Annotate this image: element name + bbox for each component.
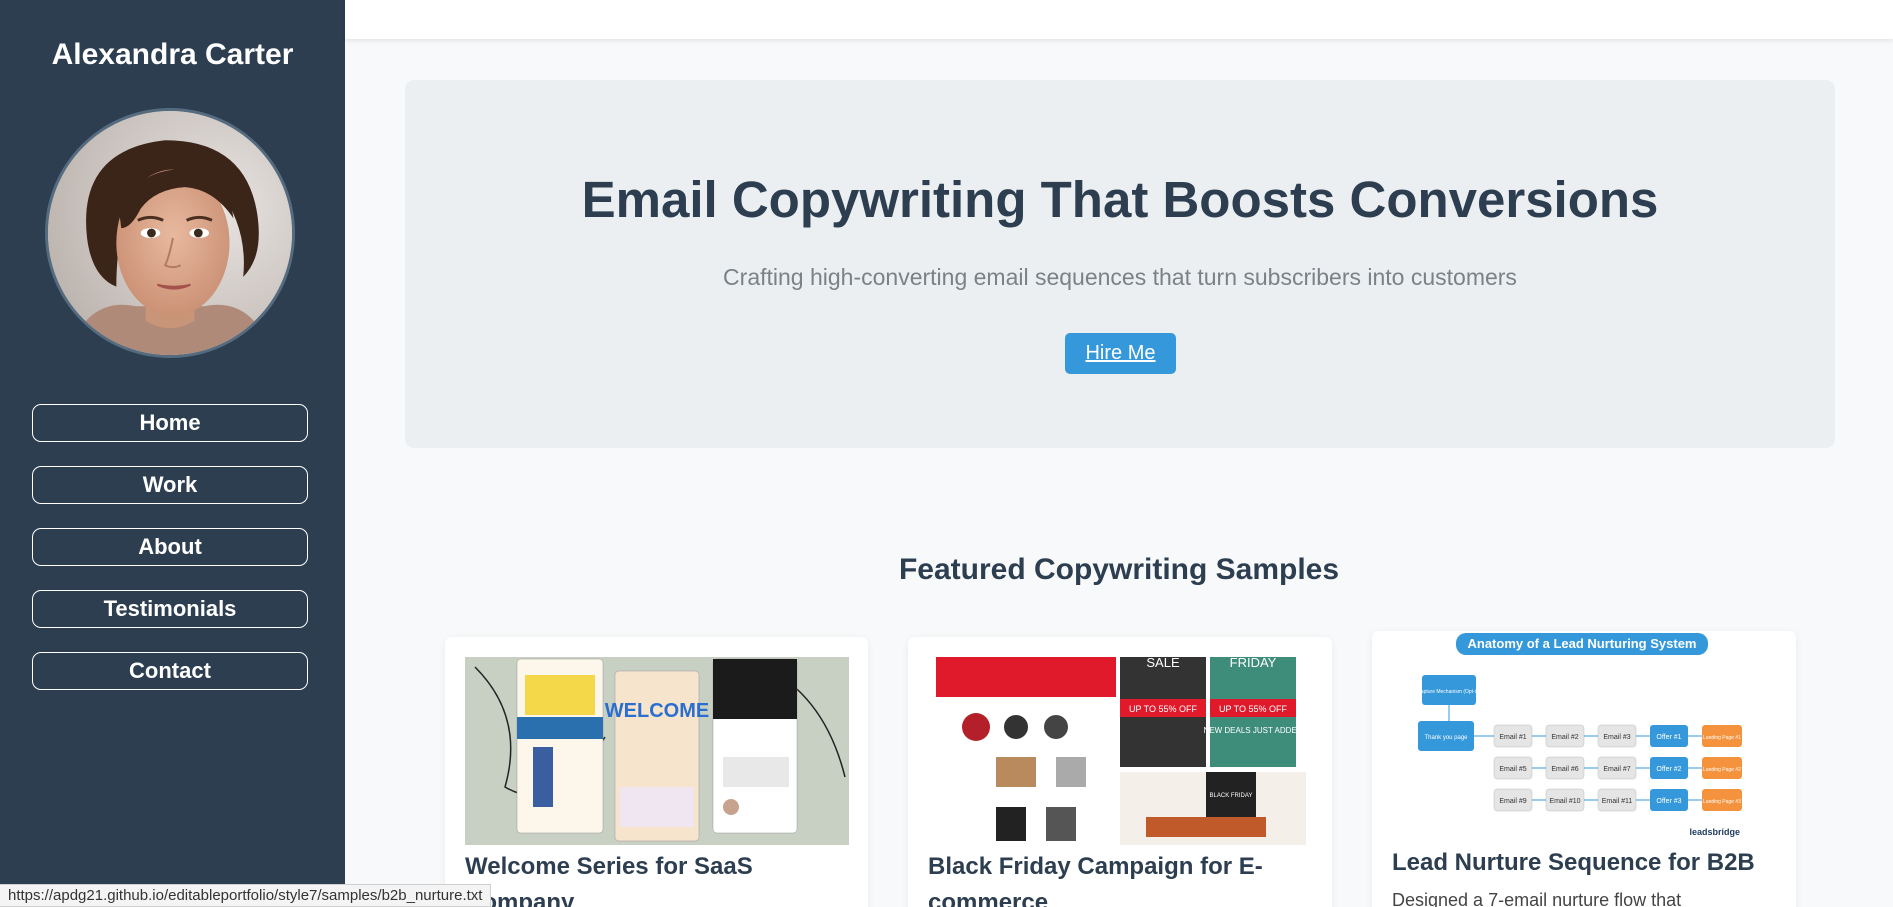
nav-about[interactable]: About xyxy=(32,528,308,566)
nav-testimonials[interactable]: Testimonials xyxy=(32,590,308,628)
offer-2: Offer #2 xyxy=(1656,766,1681,773)
landing-2: Landing Page #2 xyxy=(1703,767,1741,773)
email-11: Email #11 xyxy=(1602,798,1633,805)
top-header xyxy=(345,0,1893,39)
new-deals-text: NEW DEALS JUST ADDED xyxy=(1204,726,1303,735)
offer-3: Offer #3 xyxy=(1656,798,1681,805)
lead-nurture-diagram: Anatomy of a Lead Nurturing System Lead … xyxy=(1400,631,1770,843)
card-title[interactable]: Welcome Series for SaaS Company xyxy=(465,849,850,907)
diagram-banner: Anatomy of a Lead Nurturing System xyxy=(1468,636,1697,651)
discount-text-2: UP TO 55% OFF xyxy=(1219,704,1288,714)
email-3: Email #3 xyxy=(1603,734,1630,741)
email-2: Email #2 xyxy=(1551,734,1578,741)
sidebar: Alexandra Carter Home Work About Testimo… xyxy=(0,0,345,907)
friday-text: FRIDAY xyxy=(1230,657,1277,670)
leadsbridge-logo: leadsbridge xyxy=(1689,827,1740,837)
card-title[interactable]: Lead Nurture Sequence for B2B xyxy=(1392,845,1777,881)
avatar-photo xyxy=(48,111,292,355)
nav-contact[interactable]: Contact xyxy=(32,652,308,690)
hero-subtitle: Crafting high-converting email sequences… xyxy=(723,264,1517,290)
welcome-series-image: WELCOME xyxy=(465,657,849,845)
avatar xyxy=(45,108,295,358)
black-friday-text: BLACK FRIDAY xyxy=(1210,793,1253,799)
sample-card-lead-nurture[interactable]: Anatomy of a Lead Nurturing System Lead … xyxy=(1372,631,1796,907)
sample-card-welcome[interactable]: WELCOME Welcome Series for SaaS Company xyxy=(445,637,868,907)
link-status-bar: https://apdg21.github.io/editableportfol… xyxy=(0,884,492,907)
hero-title: Email Copywriting That Boosts Conversion… xyxy=(581,171,1659,228)
nav-work[interactable]: Work xyxy=(32,466,308,504)
sidebar-nav: Home Work About Testimonials Contact xyxy=(32,404,308,714)
samples-heading: Featured Copywriting Samples xyxy=(898,553,1340,586)
capture-box: Lead Capture Mechanism (Opt-in Form) xyxy=(1405,689,1494,695)
sale-text: SALE xyxy=(1146,657,1180,670)
card-description: Designed a 7-email nurture flow that xyxy=(1392,890,1682,907)
email-5: Email #5 xyxy=(1499,766,1526,773)
hero-section: Email Copywriting That Boosts Conversion… xyxy=(405,80,1835,448)
offer-1: Offer #1 xyxy=(1656,734,1681,741)
hire-me-button[interactable]: Hire Me xyxy=(1065,333,1176,374)
email-6: Email #6 xyxy=(1551,766,1578,773)
sample-card-black-friday[interactable]: SALE UP TO 55% OFF FRIDAY UP TO 55% OFF … xyxy=(908,637,1332,907)
welcome-graphic-text: WELCOME xyxy=(605,700,709,722)
landing-3: Landing Page #3 xyxy=(1703,799,1741,805)
email-7: Email #7 xyxy=(1603,766,1630,773)
email-1: Email #1 xyxy=(1499,734,1526,741)
nav-home[interactable]: Home xyxy=(32,404,308,442)
black-friday-image: SALE UP TO 55% OFF FRIDAY UP TO 55% OFF … xyxy=(936,657,1306,845)
landing-1: Landing Page #1 xyxy=(1703,735,1741,741)
card-title[interactable]: Black Friday Campaign for E-commerce xyxy=(928,849,1313,907)
email-10: Email #10 xyxy=(1549,798,1580,805)
email-9: Email #9 xyxy=(1499,798,1526,805)
thanks-box: Thank you page xyxy=(1424,735,1468,741)
discount-text-1: UP TO 55% OFF xyxy=(1129,704,1198,714)
profile-name: Alexandra Carter xyxy=(51,38,294,71)
